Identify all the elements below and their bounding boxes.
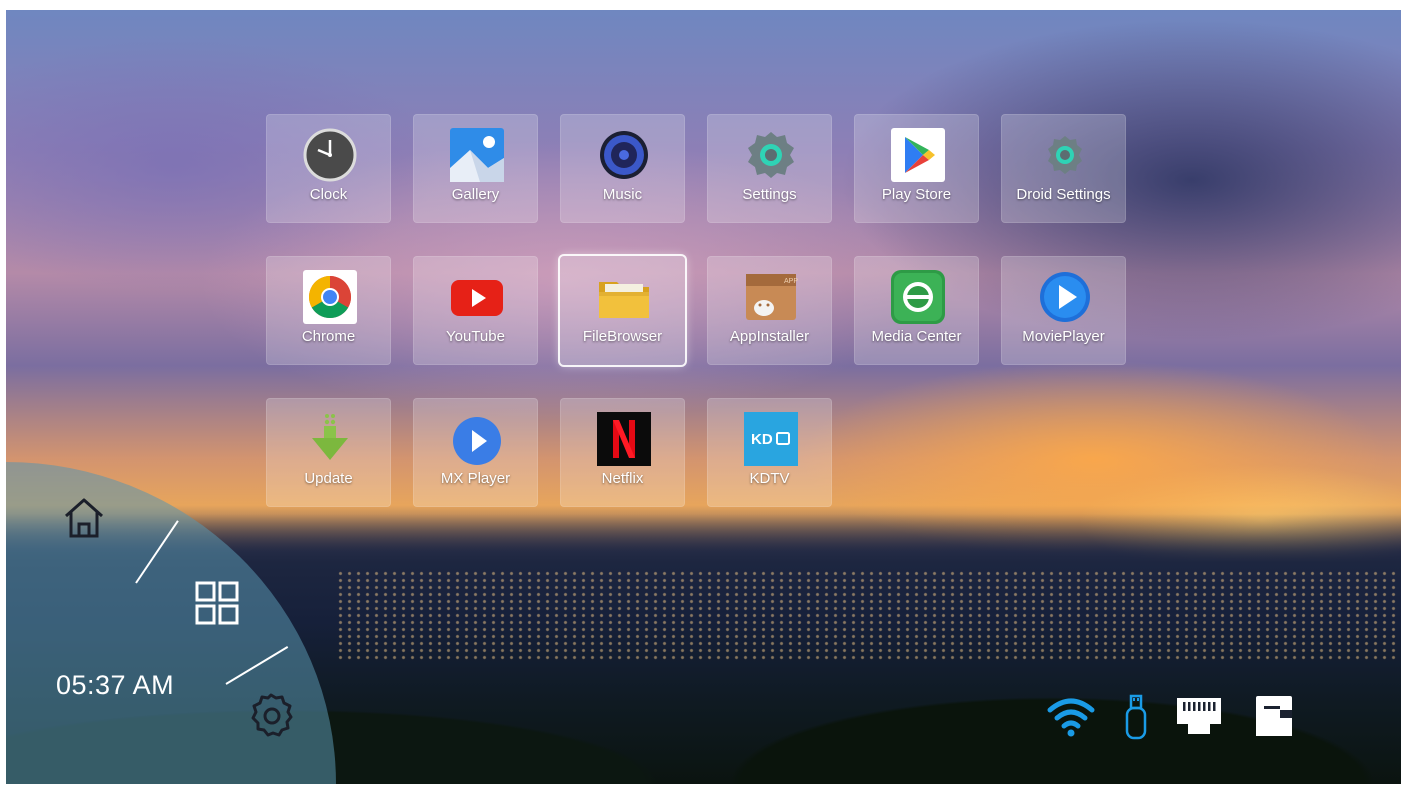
app-tile-music[interactable]: Music xyxy=(560,114,685,223)
sd-card-icon xyxy=(1256,696,1292,736)
settings-icon[interactable] xyxy=(246,690,296,740)
app-tile-media-center[interactable]: Media Center xyxy=(854,256,979,365)
app-label: MX Player xyxy=(440,470,511,487)
app-label: YouTube xyxy=(446,328,505,345)
gallery-icon xyxy=(450,128,504,182)
app-label: FileBrowser xyxy=(582,328,663,345)
app-label: Droid Settings xyxy=(1016,186,1111,203)
app-tile-update[interactable]: Update xyxy=(266,398,391,507)
app-label: Chrome xyxy=(301,328,356,345)
svg-text:KD: KD xyxy=(751,431,773,448)
app-tile-youtube[interactable]: YouTube xyxy=(413,256,538,365)
app-label: Clock xyxy=(309,186,348,203)
movie-player-icon xyxy=(1040,272,1090,322)
app-label: MoviePlayer xyxy=(1022,328,1105,345)
app-tile-netflix[interactable]: Netflix xyxy=(560,398,685,507)
app-label: AppInstaller xyxy=(729,328,810,345)
media-center-icon xyxy=(891,270,945,324)
play-store-icon xyxy=(891,128,945,182)
app-label: KDTV xyxy=(749,470,790,487)
app-tile-mx-player[interactable]: MX Player xyxy=(413,398,538,507)
home-icon[interactable] xyxy=(60,494,108,542)
ethernet-icon xyxy=(1177,698,1221,734)
app-tile-play-store[interactable]: Play Store xyxy=(854,114,979,223)
music-icon xyxy=(600,131,648,179)
app-tile-settings[interactable]: Settings xyxy=(707,114,832,223)
folder-icon xyxy=(599,282,649,318)
clock-icon xyxy=(303,128,357,182)
app-label: Media Center xyxy=(871,328,962,345)
app-installer-icon: APP xyxy=(746,274,798,320)
app-tile-droid-settings[interactable]: Droid Settings xyxy=(1001,114,1126,223)
app-label: Netflix xyxy=(601,470,644,487)
app-label: Update xyxy=(304,470,353,487)
app-tile-movieplayer[interactable]: MoviePlayer xyxy=(1001,256,1126,365)
usb-drive-icon xyxy=(1125,694,1147,740)
app-label: Settings xyxy=(742,186,797,203)
svg-text:APP: APP xyxy=(784,278,798,285)
settings-gear-icon xyxy=(748,132,794,178)
droid-settings-icon xyxy=(1048,136,1082,174)
kdtv-icon: KD xyxy=(744,412,798,466)
wifi-icon xyxy=(1047,698,1095,737)
mx-player-icon xyxy=(453,417,501,465)
app-tile-appinstaller[interactable]: APP AppInstaller xyxy=(707,256,832,365)
youtube-icon xyxy=(451,280,503,316)
app-tile-filebrowser[interactable]: FileBrowser xyxy=(560,256,685,365)
apps-grid-icon[interactable] xyxy=(194,580,240,626)
app-tile-clock[interactable]: Clock xyxy=(266,114,391,223)
app-tile-gallery[interactable]: Gallery xyxy=(413,114,538,223)
app-tile-chrome[interactable]: Chrome xyxy=(266,256,391,365)
clock-time: 05:37 AM xyxy=(56,670,175,700)
netflix-icon xyxy=(597,412,651,466)
app-label: Music xyxy=(602,186,643,203)
update-arrow-icon xyxy=(312,414,348,460)
app-label: Gallery xyxy=(451,186,500,203)
app-label: Play Store xyxy=(881,186,952,203)
app-tile-kdtv[interactable]: KD KDTV xyxy=(707,398,832,507)
chrome-icon xyxy=(303,270,357,324)
